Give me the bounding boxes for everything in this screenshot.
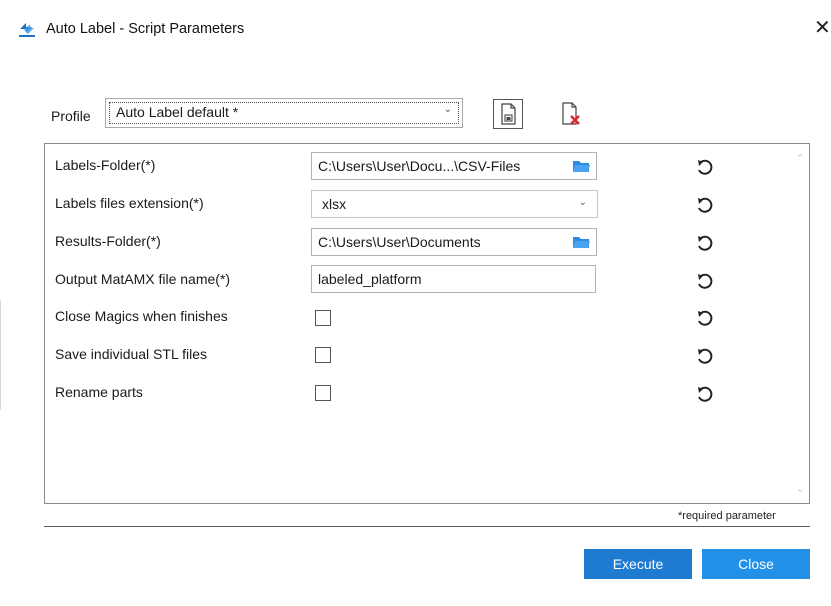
labels-folder-value: C:\Users\User\Docu...\CSV-Files bbox=[318, 158, 521, 174]
title-bar: Auto Label - Script Parameters ✕ bbox=[0, 0, 831, 62]
reset-icon[interactable] bbox=[696, 158, 714, 176]
reset-icon[interactable] bbox=[696, 196, 714, 214]
delete-profile-button[interactable] bbox=[555, 99, 585, 129]
profile-dropdown[interactable]: Auto Label default * ⌄ bbox=[105, 98, 463, 128]
profile-label: Profile bbox=[51, 108, 91, 124]
chevron-down-icon: ⌄ bbox=[443, 104, 452, 115]
chevron-down-icon: ⌄ bbox=[578, 197, 587, 208]
scroll-down-icon[interactable]: ⌄ bbox=[796, 482, 805, 495]
reset-icon[interactable] bbox=[696, 234, 714, 252]
param-label-results-folder: Results-Folder(*) bbox=[55, 233, 161, 249]
save-stl-checkbox[interactable] bbox=[315, 347, 331, 363]
execute-button[interactable]: Execute bbox=[584, 549, 692, 579]
results-folder-field[interactable]: C:\Users\User\Documents bbox=[311, 228, 597, 256]
window-edge bbox=[0, 300, 1, 410]
labels-extension-dropdown[interactable]: xlsx ⌄ bbox=[311, 190, 598, 218]
folder-icon[interactable] bbox=[572, 234, 590, 250]
param-label-save-stl: Save individual STL files bbox=[55, 346, 208, 362]
parameters-panel: ⌃ ⌄ Labels-Folder(*) C:\Users\User\Docu.… bbox=[44, 143, 810, 504]
output-file-name-value: labeled_platform bbox=[318, 271, 422, 287]
scrollbar[interactable]: ⌃ ⌄ bbox=[791, 144, 809, 503]
magics-logo-icon bbox=[19, 23, 35, 37]
param-label-labels-extension: Labels files extension(*) bbox=[55, 195, 204, 211]
scroll-up-icon[interactable]: ⌃ bbox=[796, 152, 805, 165]
results-folder-value: C:\Users\User\Documents bbox=[318, 234, 481, 250]
footer-divider bbox=[44, 526, 810, 527]
window-title: Auto Label - Script Parameters bbox=[46, 21, 245, 37]
param-label-labels-folder: Labels-Folder(*) bbox=[55, 157, 156, 173]
profile-selected-value: Auto Label default * bbox=[116, 104, 239, 120]
save-profile-button[interactable] bbox=[493, 99, 523, 129]
folder-icon[interactable] bbox=[572, 158, 590, 174]
delete-profile-icon bbox=[562, 102, 580, 125]
output-file-name-input[interactable]: labeled_platform bbox=[311, 265, 596, 293]
close-button[interactable]: Close bbox=[702, 549, 810, 579]
reset-icon[interactable] bbox=[696, 347, 714, 365]
reset-icon[interactable] bbox=[696, 272, 714, 290]
close-magics-checkbox[interactable] bbox=[315, 310, 331, 326]
reset-icon[interactable] bbox=[696, 309, 714, 327]
required-parameter-note: *required parameter bbox=[678, 510, 776, 522]
param-label-rename-parts: Rename parts bbox=[55, 384, 143, 400]
close-icon[interactable]: ✕ bbox=[814, 18, 831, 38]
param-label-output-file-name: Output MatAMX file name(*) bbox=[55, 271, 231, 287]
param-label-close-magics: Close Magics when finishes bbox=[55, 308, 228, 324]
reset-icon[interactable] bbox=[696, 385, 714, 403]
labels-extension-value: xlsx bbox=[322, 196, 347, 212]
save-profile-icon bbox=[501, 103, 516, 125]
labels-folder-field[interactable]: C:\Users\User\Docu...\CSV-Files bbox=[311, 152, 597, 180]
rename-parts-checkbox[interactable] bbox=[315, 385, 331, 401]
